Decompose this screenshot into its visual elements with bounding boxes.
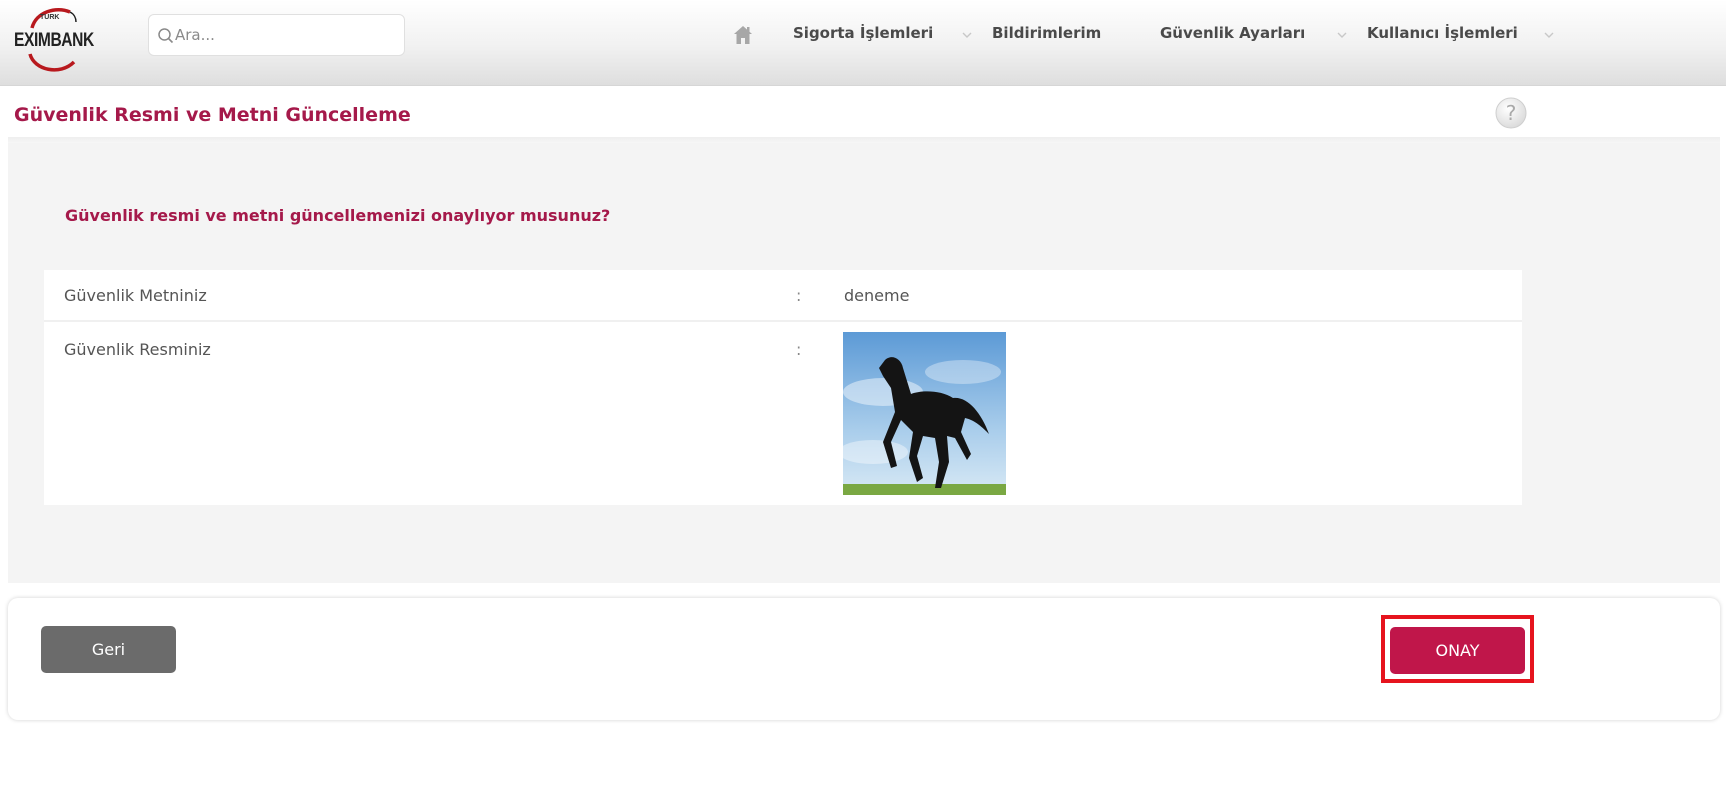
horse-image [843,332,1006,495]
nav-kullanici-islemleri[interactable]: Kullanıcı İşlemleri [1367,24,1518,48]
confirmation-question: Güvenlik resmi ve metni güncellemenizi o… [65,206,611,225]
security-image-label: Güvenlik Resminiz [64,340,211,359]
nav-bildirimlerim[interactable]: Bildirimlerim [992,24,1101,48]
nav-guvenlik-ayarlari[interactable]: Güvenlik Ayarları [1160,24,1305,48]
security-text-label: Güvenlik Metniniz [64,286,207,305]
security-text-value: deneme [844,286,910,305]
confirm-button[interactable]: ONAY [1390,627,1525,674]
home-icon[interactable] [732,24,754,46]
logo-turk-text: TURK [40,14,60,21]
nav-sigorta-islemleri[interactable]: Sigorta İşlemleri [793,24,933,48]
back-button[interactable]: Geri [41,626,176,673]
search-icon [158,28,174,44]
eximbank-logo[interactable]: TURK EXIMBANK [10,4,110,82]
svg-text:?: ? [1506,101,1517,125]
search-box[interactable] [148,14,405,56]
search-input[interactable] [175,24,395,46]
page-title: Güvenlik Resmi ve Metni Güncelleme [14,104,411,126]
colon-separator: : [796,340,802,359]
chevron-down-icon[interactable] [1544,31,1554,39]
row-divider [44,320,1522,322]
colon-separator: : [796,286,802,305]
logo-eximbank-text: EXIMBANK [14,30,94,51]
chevron-down-icon[interactable] [962,31,972,39]
help-icon[interactable]: ? [1494,96,1528,130]
chevron-down-icon[interactable] [1337,31,1347,39]
details-table [44,270,1522,505]
